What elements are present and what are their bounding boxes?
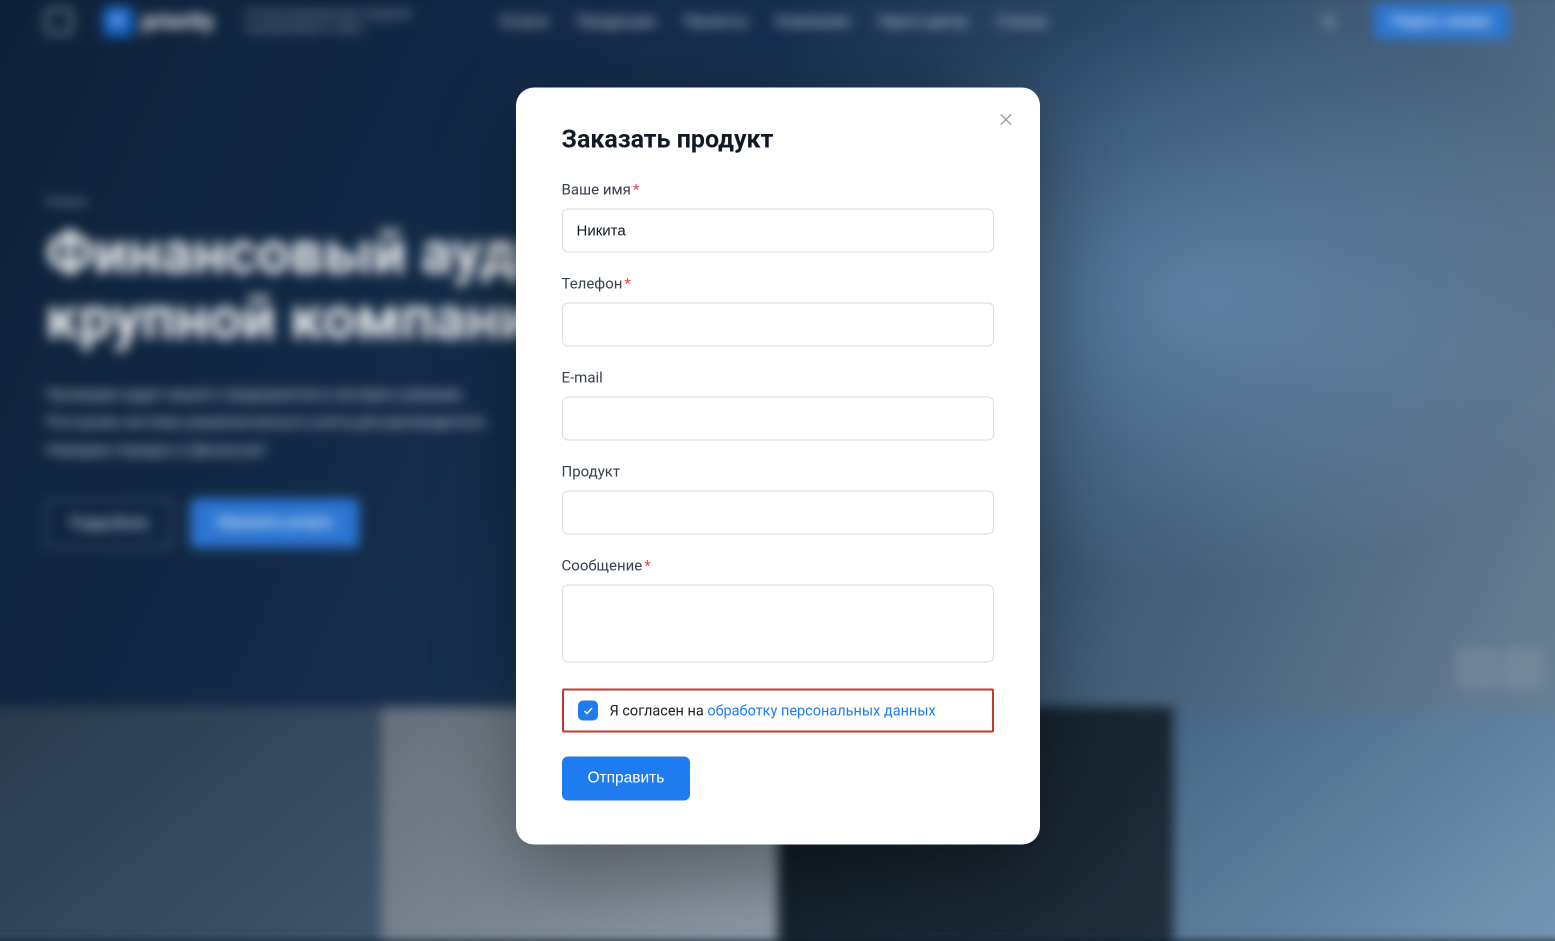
consent-link[interactable]: обработку персональных данных [707, 702, 935, 719]
message-textarea[interactable] [562, 585, 994, 663]
close-icon[interactable] [994, 108, 1018, 132]
order-product-modal: Заказать продукт Ваше имя* Телефон* E-ma… [516, 88, 1040, 845]
email-input[interactable] [562, 397, 994, 441]
name-label: Ваше имя* [562, 181, 994, 199]
phone-label: Телефон* [562, 275, 994, 293]
name-input[interactable] [562, 209, 994, 253]
product-input[interactable] [562, 491, 994, 535]
consent-text: Я согласен на обработку персональных дан… [610, 702, 936, 719]
message-label: Сообщение* [562, 557, 994, 575]
modal-title: Заказать продукт [562, 126, 994, 155]
submit-button[interactable]: Отправить [562, 757, 691, 801]
phone-input[interactable] [562, 303, 994, 347]
email-label: E-mail [562, 369, 994, 387]
consent-row: Я согласен на обработку персональных дан… [562, 689, 994, 733]
consent-checkbox[interactable] [578, 701, 598, 721]
product-label: Продукт [562, 463, 994, 481]
